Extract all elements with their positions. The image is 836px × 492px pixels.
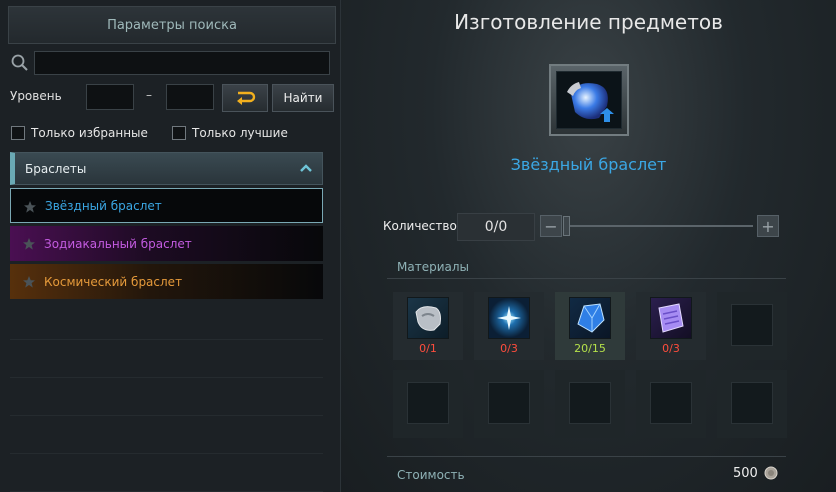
quantity-value: 0/0 [457,213,535,241]
material-count: 0/3 [500,342,518,355]
star-icon[interactable] [22,237,36,251]
level-label: Уровень [10,89,62,103]
item-icon-frame[interactable] [549,64,629,136]
cost-divider [387,456,786,457]
cost-value: 500 [733,466,758,481]
empty-row [10,302,323,340]
material-count: 0/1 [419,342,437,355]
category-label: Браслеты [25,161,87,176]
favorites-only-checkbox[interactable] [11,126,25,140]
empty-slot [731,382,773,424]
materials-header: Материалы [387,252,786,279]
empty-row [10,378,323,416]
search-params-header: Параметры поиска [8,6,336,44]
item-name: Зодиакальный браслет [44,236,192,251]
plus-icon: + [761,216,775,236]
quantity-label: Количество [383,219,457,233]
empty-slot [731,304,773,346]
list-item[interactable]: Звёздный браслет [10,188,323,223]
favorites-only-option[interactable]: Только избранные [11,126,148,140]
material-slot[interactable]: 0/1 [393,292,463,360]
material-slot[interactable]: 0/3 [636,292,706,360]
material-slot-empty [555,370,625,438]
search-params-title: Параметры поиска [107,17,237,33]
search-input[interactable] [34,51,330,75]
empty-row [10,416,323,454]
search-icon [11,54,28,71]
best-only-checkbox[interactable] [172,126,186,140]
empty-row [10,454,323,492]
material-slot-empty [393,370,463,438]
material-slot[interactable]: 20/15 [555,292,625,360]
list-item[interactable]: Зодиакальный браслет [10,226,323,261]
material-slot[interactable]: 0/3 [474,292,544,360]
best-only-option[interactable]: Только лучшие [172,126,288,140]
quantity-slider-track[interactable] [566,225,753,227]
list-item[interactable]: Космический браслет [10,264,323,299]
item-name: Звёздный браслет [45,198,162,213]
material-slot-empty [717,292,787,360]
empty-slot [407,382,449,424]
search-panel: Параметры поиска Уровень – Найти Только … [0,0,341,492]
star-icon[interactable] [22,275,36,289]
material-count: 20/15 [574,342,606,355]
empty-slot [488,382,530,424]
cost-label: Стоимость [397,468,465,482]
bracelet-art [567,82,614,122]
page-title: Изготовление предметов [454,10,723,34]
minus-icon: − [544,216,558,236]
empty-list-rows [10,302,323,492]
star-icon[interactable] [23,200,37,214]
favorites-only-label: Только избранные [31,126,148,140]
category-bracelets[interactable]: Браслеты [10,152,323,185]
blue-crystal-icon [569,297,611,339]
quantity-minus-button[interactable]: − [540,215,562,237]
material-slot-empty [717,370,787,438]
empty-slot [650,382,692,424]
silver-coin-icon [764,466,778,480]
star-bracelet-icon [556,71,622,129]
level-min-input[interactable] [86,84,134,110]
quantity-value-text: 0/0 [484,219,508,235]
level-max-input[interactable] [166,84,214,110]
chevron-up-icon [300,164,312,172]
material-slot-empty [474,370,544,438]
materials-label: Материалы [397,260,469,274]
selected-item-name: Звёздный браслет [510,155,667,174]
material-slot-empty [636,370,706,438]
material-count: 0/3 [662,342,680,355]
reset-button[interactable] [222,84,268,112]
silver-bracelet-icon [407,297,449,339]
item-list: Звёздный браслет Зодиакальный браслет Ко… [10,188,323,302]
quantity-slider-handle[interactable] [563,216,570,236]
find-button[interactable]: Найти [272,84,334,112]
spark-icon [488,297,530,339]
empty-slot [569,382,611,424]
return-arrow-icon [237,91,256,105]
level-dash: – [146,88,152,102]
best-only-label: Только лучшие [192,126,288,140]
item-name: Космический браслет [44,274,183,289]
find-button-label: Найти [283,91,323,105]
scroll-icon [650,297,692,339]
quantity-plus-button[interactable]: + [757,215,779,237]
crafting-panel: Изготовление предметов Звёздный браслет … [341,0,836,492]
empty-row [10,340,323,378]
materials-grid: 0/1 0/3 20/15 0/3 [393,292,787,438]
